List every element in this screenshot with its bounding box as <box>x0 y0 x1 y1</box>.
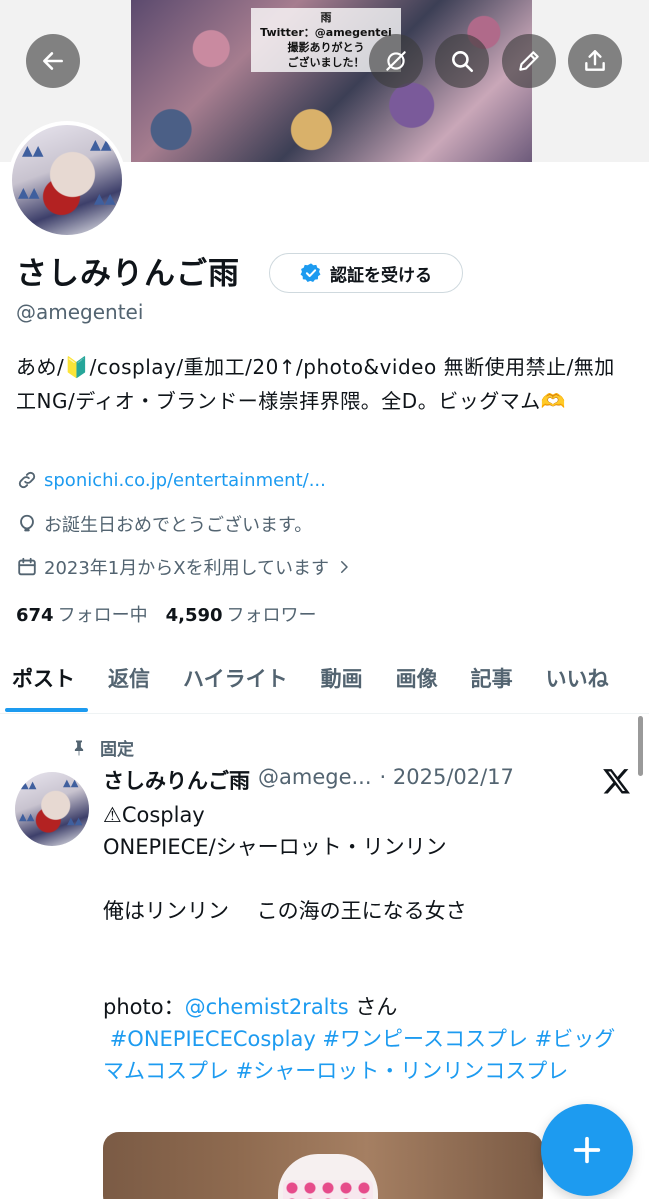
search-button[interactable] <box>435 34 489 88</box>
followers-count: 4,590 <box>165 605 223 626</box>
post-line: ONEPIECE/シャーロット・リンリン <box>103 835 447 859</box>
followers-link[interactable]: 4,590 フォロワー <box>166 601 317 627</box>
post-line: ⚠Cosplay <box>103 803 205 827</box>
tab-videos[interactable]: 動画 <box>321 655 363 713</box>
pencil-icon <box>519 51 539 71</box>
share-button[interactable] <box>568 34 622 88</box>
post-date[interactable]: · 2025/02/17 <box>380 765 514 795</box>
link-icon <box>18 471 36 489</box>
compose-button[interactable] <box>541 1104 633 1196</box>
verified-badge-icon <box>300 263 321 282</box>
grok-button[interactable] <box>369 34 423 88</box>
pinned-indicator: 固定 <box>70 735 134 760</box>
post-media-image[interactable] <box>103 1132 543 1199</box>
edit-button[interactable] <box>502 34 556 88</box>
website-row[interactable]: sponichi.co.jp/entertainment/... <box>16 469 326 491</box>
followers-label: フォロワー <box>226 605 317 626</box>
user-handle: @amegentei <box>16 300 144 324</box>
pinned-label: 固定 <box>100 740 134 760</box>
x-logo-icon[interactable] <box>602 766 632 796</box>
mention-link[interactable]: @chemist2ralts <box>185 995 349 1019</box>
active-tab-indicator <box>5 708 88 712</box>
profile-tabs: ポスト 返信 ハイライト 動画 画像 記事 いいね <box>0 655 649 714</box>
birthday-row: お誕生日おめでとうございます。 <box>16 511 312 537</box>
calendar-icon <box>18 557 36 576</box>
website-link[interactable]: sponichi.co.jp/entertainment/... <box>44 470 326 491</box>
following-count: 674 <box>16 605 54 626</box>
back-button[interactable] <box>26 34 80 88</box>
balloon-icon <box>20 514 34 532</box>
profile-avatar[interactable]: ▲▲ ▲▲ ▲▲ ▲▲ <box>8 121 126 239</box>
share-icon <box>585 50 605 71</box>
back-arrow-icon <box>43 52 63 70</box>
tab-posts[interactable]: ポスト <box>12 655 75 713</box>
post-header: さしみりんご雨 @amege... · 2025/02/17 <box>103 765 543 795</box>
banner-caption-line: 雨 <box>320 11 332 24</box>
tab-likes[interactable]: いいね <box>546 655 609 713</box>
joined-text: 2023年1月からXを利用しています <box>44 558 330 579</box>
tab-replies[interactable]: 返信 <box>108 655 150 713</box>
follow-stats: 674 フォロー中 4,590 フォロワー <box>16 601 317 627</box>
post-author-name[interactable]: さしみりんご雨 <box>103 765 250 795</box>
media-content-detail <box>283 1180 373 1199</box>
chevron-right-icon <box>341 561 348 573</box>
banner-caption-line: Twitter：@amegentei <box>260 26 392 39</box>
scrollbar[interactable] <box>638 716 643 776</box>
display-name: さしみりんご雨 <box>16 256 240 292</box>
hashtag-links[interactable]: #ONEPIECECosplay #ワンピースコスプレ #ビッグマムコスプレ #… <box>103 1027 615 1083</box>
photo-credit-suffix: さん <box>348 995 398 1019</box>
tab-articles[interactable]: 記事 <box>471 655 513 713</box>
profile-bio: あめ/🔰/cosplay/重加工/20↑/photo&video 無断使用禁止/… <box>16 355 615 413</box>
pin-icon <box>74 740 84 755</box>
post-text: ⚠Cosplay ONEPIECE/シャーロット・リンリン 俺はリンリン この海… <box>103 799 623 1087</box>
plus-icon <box>573 1136 601 1164</box>
photo-credit-prefix: photo： <box>103 995 185 1019</box>
post-line: 俺はリンリン この海の王になる女さ <box>103 899 467 923</box>
joined-row[interactable]: 2023年1月からXを利用しています <box>16 554 353 580</box>
following-label: フォロー中 <box>57 605 148 626</box>
tab-images[interactable]: 画像 <box>396 655 438 713</box>
grok-icon <box>386 51 406 71</box>
following-link[interactable]: 674 フォロー中 <box>16 601 148 627</box>
post-author-avatar[interactable]: ▲▲ ▲▲ ▲▲ ▲▲ <box>15 772 89 846</box>
search-icon <box>452 51 474 73</box>
birthday-text: お誕生日おめでとうございます。 <box>44 515 313 536</box>
post-author-handle[interactable]: @amege... <box>258 765 372 795</box>
tab-highlights[interactable]: ハイライト <box>183 655 288 713</box>
verify-label: 認証を受ける <box>330 265 432 286</box>
get-verified-button[interactable]: 認証を受ける <box>269 253 463 293</box>
